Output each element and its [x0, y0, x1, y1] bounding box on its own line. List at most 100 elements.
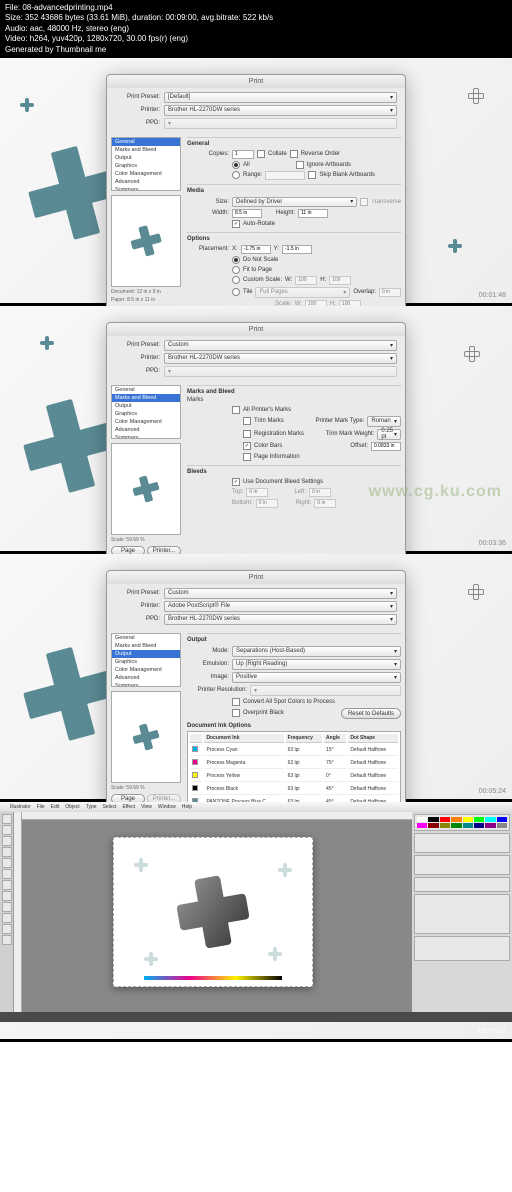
- bleed-bottom[interactable]: [256, 499, 278, 508]
- res-select[interactable]: [250, 685, 401, 696]
- tools-panel[interactable]: [0, 812, 14, 1012]
- canvas[interactable]: [14, 812, 412, 1012]
- preset-select[interactable]: [Default]: [164, 92, 397, 103]
- pen-tool-icon[interactable]: [2, 836, 12, 846]
- menu-item[interactable]: Window: [158, 804, 176, 810]
- y-input[interactable]: [282, 245, 312, 254]
- noscale-radio[interactable]: [232, 256, 240, 264]
- ruler-vertical[interactable]: [14, 812, 22, 1012]
- range-input[interactable]: [265, 171, 305, 180]
- direct-select-tool-icon[interactable]: [2, 825, 12, 835]
- cat-output[interactable]: Output: [112, 650, 180, 658]
- offset-input[interactable]: [371, 442, 401, 451]
- artboard[interactable]: [113, 837, 313, 987]
- fit-radio[interactable]: [232, 266, 240, 274]
- stroke-panel[interactable]: [414, 877, 510, 892]
- reverse-check[interactable]: [290, 150, 298, 158]
- cat-output[interactable]: Output: [112, 154, 180, 162]
- colorbars-check[interactable]: [243, 442, 251, 450]
- menu-item[interactable]: Help: [182, 804, 192, 810]
- skip-check[interactable]: [308, 171, 316, 179]
- emulsion-select[interactable]: Up (Right Reading): [232, 659, 401, 670]
- swatches-panel[interactable]: [414, 833, 510, 853]
- rect-tool-icon[interactable]: [2, 858, 12, 868]
- copies-input[interactable]: [232, 150, 254, 159]
- cat-marks[interactable]: Marks and Bleed: [112, 394, 180, 402]
- appearance-panel[interactable]: [414, 936, 510, 961]
- usedoc-check[interactable]: [232, 478, 240, 486]
- layers-panel[interactable]: [414, 894, 510, 934]
- autorotate-check[interactable]: [232, 220, 240, 228]
- bleed-top[interactable]: [246, 488, 268, 497]
- reset-button[interactable]: Reset to Defaults: [341, 708, 401, 719]
- scale-w-input[interactable]: [295, 276, 317, 285]
- convert-check[interactable]: [232, 698, 240, 706]
- allmarks-check[interactable]: [232, 406, 240, 414]
- category-list[interactable]: General Marks and Bleed Output Graphics …: [111, 385, 181, 439]
- menu-item[interactable]: Object: [65, 804, 79, 810]
- menu-item[interactable]: Effect: [122, 804, 135, 810]
- menu-item[interactable]: Edit: [51, 804, 60, 810]
- ppd-select[interactable]: [164, 366, 397, 377]
- cat-summary[interactable]: Summary: [112, 186, 180, 191]
- brushes-panel[interactable]: [414, 855, 510, 875]
- x-input[interactable]: [241, 245, 271, 254]
- menu-item[interactable]: Select: [103, 804, 117, 810]
- ignore-check[interactable]: [296, 161, 304, 169]
- eyedropper-tool-icon[interactable]: [2, 913, 12, 923]
- zoom-tool-icon[interactable]: [2, 935, 12, 945]
- cat-graphics[interactable]: Graphics: [112, 162, 180, 170]
- brush-tool-icon[interactable]: [2, 869, 12, 879]
- ruler-horizontal[interactable]: [14, 812, 412, 820]
- height-input[interactable]: [298, 209, 328, 218]
- overlap-input[interactable]: [379, 288, 401, 297]
- cat-color[interactable]: Color Management: [112, 170, 180, 178]
- trim-check[interactable]: [243, 417, 251, 425]
- reg-check[interactable]: [243, 430, 251, 438]
- preset-select[interactable]: Custom: [164, 588, 397, 599]
- scale-tool-icon[interactable]: [2, 902, 12, 912]
- range-radio[interactable]: [232, 171, 240, 179]
- selection-tool-icon[interactable]: [2, 814, 12, 824]
- cat-general[interactable]: General: [112, 138, 180, 146]
- panels[interactable]: [412, 812, 512, 1012]
- menu-item[interactable]: View: [141, 804, 152, 810]
- all-radio[interactable]: [232, 161, 240, 169]
- pageinfo-check[interactable]: [243, 453, 251, 461]
- menu-item[interactable]: File: [37, 804, 45, 810]
- image-select[interactable]: Positive: [232, 672, 401, 683]
- rotate-tool-icon[interactable]: [2, 891, 12, 901]
- color-panel[interactable]: [414, 814, 510, 831]
- preset-select[interactable]: Custom: [164, 340, 397, 351]
- collate-check[interactable]: [257, 150, 265, 158]
- transverse-check[interactable]: [360, 198, 368, 206]
- media-size-select[interactable]: Defined by Driver: [232, 197, 357, 207]
- cat-advanced[interactable]: Advanced: [112, 178, 180, 186]
- category-list[interactable]: General Marks and Bleed Output Graphics …: [111, 137, 181, 191]
- menubar[interactable]: Illustrator File Edit Object Type Select…: [0, 802, 512, 812]
- marktype-select[interactable]: Roman: [367, 416, 401, 427]
- trimweight-select[interactable]: 0.25 pt: [377, 429, 401, 440]
- mode-select[interactable]: Separations (Host-Based): [232, 646, 401, 657]
- overprint-check[interactable]: [232, 709, 240, 717]
- type-tool-icon[interactable]: [2, 847, 12, 857]
- bleed-left[interactable]: [309, 488, 331, 497]
- ppd-select[interactable]: [164, 118, 397, 129]
- printer-select[interactable]: Brother HL-2270DW series: [164, 105, 397, 116]
- customscale-radio[interactable]: [232, 276, 240, 284]
- bleed-right[interactable]: [314, 499, 336, 508]
- scale-h-input[interactable]: [329, 276, 351, 285]
- tile-select[interactable]: Full Pages: [255, 287, 350, 298]
- printer-select[interactable]: Adobe PostScript® File: [164, 601, 397, 612]
- width-input[interactable]: [232, 209, 262, 218]
- menu-item[interactable]: Illustrator: [10, 804, 31, 810]
- eraser-tool-icon[interactable]: [2, 880, 12, 890]
- ppd-label: PPD:: [115, 120, 160, 126]
- printer-select[interactable]: Brother HL-2270DW series: [164, 353, 397, 364]
- category-list[interactable]: General Marks and Bleed Output Graphics …: [111, 633, 181, 687]
- gradient-tool-icon[interactable]: [2, 924, 12, 934]
- cat-marks[interactable]: Marks and Bleed: [112, 146, 180, 154]
- menu-item[interactable]: Type: [86, 804, 97, 810]
- tile-radio[interactable]: [232, 288, 240, 296]
- ppd-select[interactable]: Brother HL-2270DW series: [164, 614, 397, 625]
